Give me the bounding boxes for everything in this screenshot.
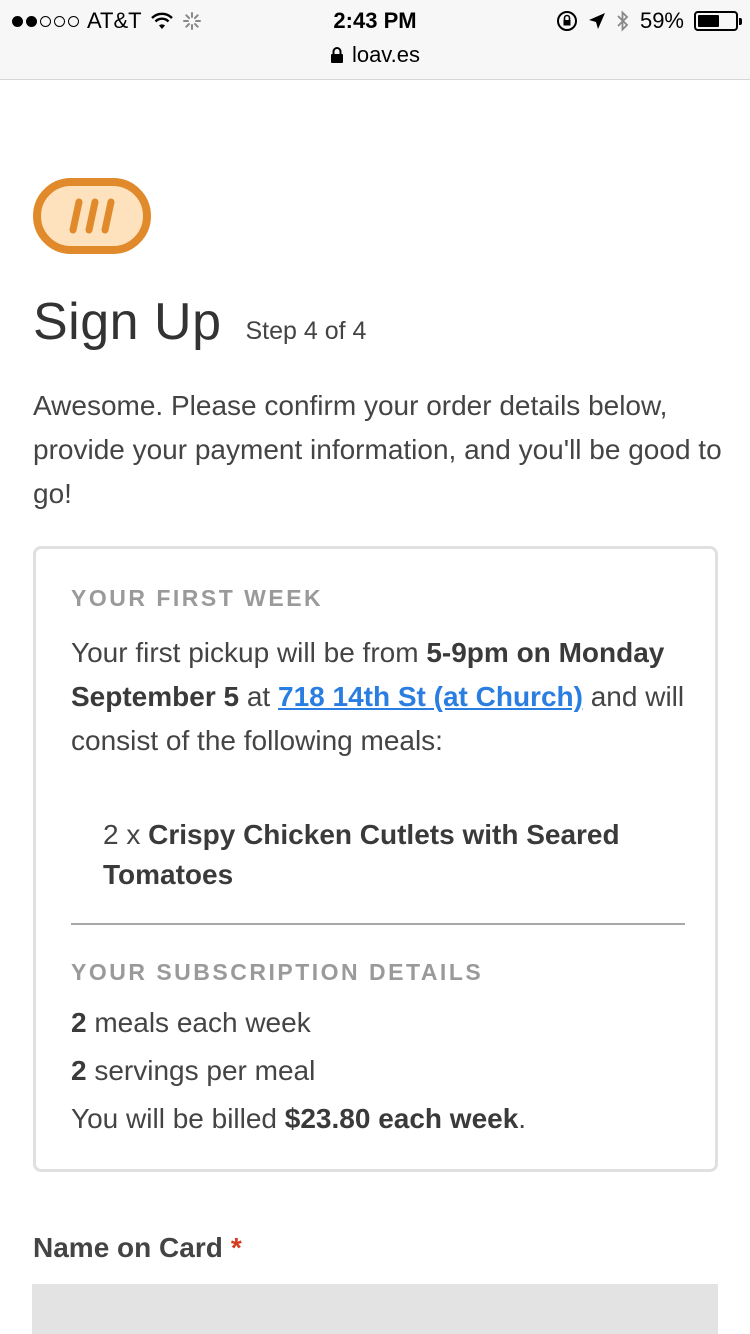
status-icons: 59% <box>556 6 742 36</box>
pickup-location-link[interactable]: 718 14th St (at Church) <box>278 681 583 712</box>
servings-count: 2 <box>71 1055 87 1086</box>
address-bar[interactable]: loav.es <box>0 42 750 68</box>
billing-amount: $23.80 each week <box>284 1103 519 1134</box>
meals-per-week: 2 meals each week <box>71 1007 311 1039</box>
billing-summary: You will be billed $23.80 each week. <box>71 1103 526 1135</box>
servings-text: servings per meal <box>86 1055 316 1086</box>
billing-post: . <box>518 1103 527 1134</box>
pickup-text-pre: Your first pickup will be from <box>71 637 427 668</box>
meals-text: meals each week <box>86 1007 311 1038</box>
billing-pre: You will be billed <box>71 1103 285 1134</box>
loaves-logo <box>33 178 151 254</box>
pickup-text-at: at <box>239 681 278 712</box>
subscription-heading: YOUR SUBSCRIPTION DETAILS <box>71 959 484 985</box>
page-title: Sign Up <box>33 293 222 351</box>
battery-percent: 59% <box>639 8 684 33</box>
bluetooth-icon <box>617 10 629 32</box>
page-header: Sign Up Step 4 of 4 <box>33 292 366 352</box>
rotation-lock-icon <box>556 11 577 31</box>
required-marker: * <box>230 1232 242 1263</box>
location-arrow-icon <box>588 13 605 29</box>
name-on-card-input[interactable] <box>32 1284 718 1334</box>
servings-per-meal: 2 servings per meal <box>71 1055 315 1087</box>
order-summary-card: YOUR FIRST WEEK Your first pickup will b… <box>33 546 718 1172</box>
url-text: loav.es <box>351 42 421 67</box>
first-week-heading: YOUR FIRST WEEK <box>71 585 324 611</box>
intro-text: Awesome. Please confirm your order detai… <box>33 390 722 509</box>
first-pickup-text: Your first pickup will be from 5-9pm on … <box>71 631 686 763</box>
status-bar: AT&T 2:43 PM 59% loav.es <box>0 0 750 80</box>
section-divider <box>71 923 685 925</box>
meal-quantity: 2 x <box>103 819 149 850</box>
lock-icon <box>330 47 343 63</box>
step-indicator: Step 4 of 4 <box>245 317 367 345</box>
name-on-card-label: Name on Card * <box>33 1232 242 1264</box>
meals-count: 2 <box>71 1007 87 1038</box>
meal-item: 2 x Crispy Chicken Cutlets with Seared T… <box>103 815 683 895</box>
meal-name: Crispy Chicken Cutlets with Seared Tomat… <box>103 819 620 890</box>
battery-icon <box>694 11 742 31</box>
name-on-card-label-text: Name on Card <box>33 1232 223 1263</box>
